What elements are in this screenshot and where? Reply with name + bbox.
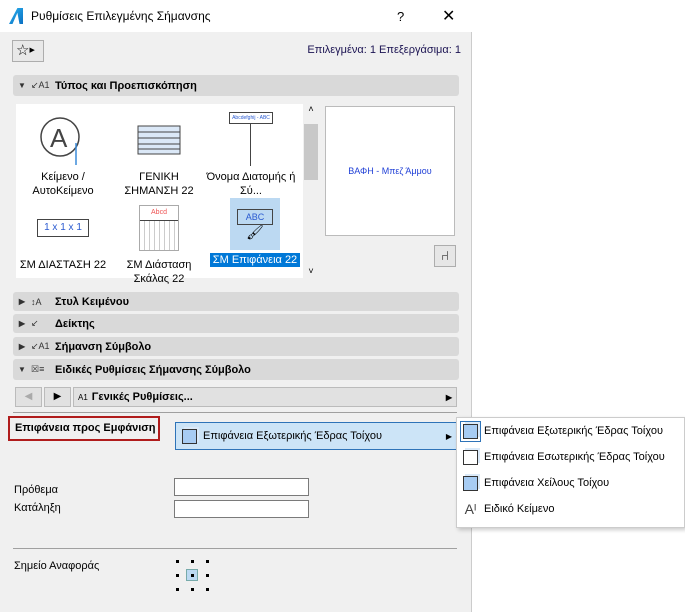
- gallery-item-label: ΣΜ ΔΙΑΣΤΑΣΗ 22: [19, 259, 107, 271]
- surface-dropdown[interactable]: Επιφάνεια Εξωτερικής Έδρας Τοίχου ▶: [175, 422, 457, 450]
- divider: [13, 548, 457, 549]
- expanded-icon: ▼: [18, 81, 26, 90]
- wall-interior-face-icon: [463, 449, 478, 465]
- section-marker-symbol[interactable]: ▶ ↙A1 Σήμανση Σύμβολο: [13, 337, 459, 356]
- favorites-button[interactable]: ☆▶: [12, 40, 44, 62]
- page-label: Γενικές Ρυθμίσεις...: [91, 391, 193, 403]
- gallery-item-general[interactable]: ΓΕΝΙΚΗ ΣΗΜΑΝΣΗ 22: [114, 110, 204, 198]
- close-button[interactable]: ✕: [442, 6, 455, 26]
- anchor-point-selector[interactable]: [176, 560, 210, 592]
- gallery-item-label: ΣΜ Επιφάνεια 22: [210, 253, 300, 267]
- help-button[interactable]: ?: [397, 9, 404, 24]
- page-select[interactable]: A1 Γενικές Ρυθμίσεις... ▶: [73, 387, 457, 407]
- section-title: Στυλ Κειμένου: [55, 295, 130, 308]
- gallery-item-surface[interactable]: ABC 🖌 ΣΜ Επιφάνεια 22: [210, 198, 300, 267]
- collapsed-icon: ▶: [18, 297, 26, 306]
- triangle-right-icon: ▶: [445, 392, 452, 402]
- title-bar: Ρυθμίσεις Επιλεγμένης Σήμανσης ? ✕: [0, 0, 472, 32]
- chair-icon[interactable]: ⑁: [434, 245, 456, 267]
- gallery-item-text[interactable]: A Κείμενο / ΑυτοΚείμενο: [18, 110, 108, 198]
- app-logo-icon: [9, 8, 23, 24]
- text-style-icon: ↕A: [31, 296, 42, 307]
- menu-item-interior-face[interactable]: Επιφάνεια Εσωτερικής Έδρας Τοίχου: [457, 444, 684, 470]
- section-title: Τύπος και Προεπισκόπηση: [55, 79, 197, 92]
- surface-menu: Επιφάνεια Εξωτερικής Έδρας Τοίχου Επιφάν…: [456, 417, 685, 528]
- menu-item-custom-text[interactable]: Aᴵ Ειδικό Κείμενο: [457, 496, 684, 522]
- table-label-icon: [114, 110, 204, 170]
- type-gallery: A Κείμενο / ΑυτοΚείμενο ΓΕΝΙΚΗ ΣΗΜΑΝΣΗ 2…: [16, 104, 303, 285]
- preview-text: ΒΑΦΗ - Μπεζ Άμμου: [348, 166, 432, 176]
- star-icon: ☆: [16, 42, 30, 59]
- menu-item-label: Επιφάνεια Εξωτερικής Έδρας Τοίχου: [484, 425, 663, 437]
- settings-list-icon: ☒≡: [31, 364, 45, 374]
- surface-label: Επιφάνεια προς Εμφάνιση: [8, 416, 160, 441]
- brush-icon: 🖌: [246, 224, 264, 240]
- section-special-settings[interactable]: ▼ ☒≡ Ειδικές Ρυθμίσεις Σήμανσης Σύμβολο: [13, 359, 459, 380]
- prefix-label: Πρόθεμα: [14, 484, 59, 496]
- marker-icon: ↙A1: [31, 341, 50, 351]
- menu-item-wall-edge[interactable]: Επιφάνεια Χείλους Τοίχου: [457, 470, 684, 496]
- next-page-button[interactable]: ▶: [44, 387, 71, 407]
- menu-item-exterior-face[interactable]: Επιφάνεια Εξωτερικής Έδρας Τοίχου: [457, 418, 684, 444]
- label-icon: ↙A1: [31, 80, 50, 90]
- triangle-right-icon: ▶: [445, 431, 452, 441]
- collapsed-icon: ▶: [18, 342, 26, 351]
- stair-label-icon: Abcd: [114, 198, 204, 258]
- sign-label-icon: Abcdefghij - ABC: [206, 110, 296, 170]
- gallery-scrollbar[interactable]: ˄ ˅: [303, 104, 319, 278]
- gallery-item-stair[interactable]: Abcd ΣΜ Διάσταση Σκάλας 22: [114, 198, 204, 286]
- page-icon: A1: [78, 392, 88, 402]
- section-text-style[interactable]: ▶ ↕A Στυλ Κειμένου: [13, 292, 459, 311]
- wall-exterior-face-icon: [460, 420, 481, 442]
- section-title: Σήμανση Σύμβολο: [55, 340, 152, 353]
- section-type-preview[interactable]: ▼ ↙A1 Τύπος και Προεπισκόπηση: [13, 75, 459, 96]
- gallery-item-label: Όνομα Διατομής ή Σύ...: [206, 171, 296, 197]
- pointer-icon: ↙: [31, 318, 39, 328]
- gallery-item-section-name[interactable]: Abcdefghij - ABC Όνομα Διατομής ή Σύ...: [206, 110, 296, 198]
- scroll-up-icon[interactable]: ˄: [303, 104, 319, 114]
- anchor-label: Σημείο Αναφοράς: [14, 560, 100, 572]
- gallery-item-label: Κείμενο / ΑυτοΚείμενο: [32, 171, 94, 197]
- scroll-down-icon[interactable]: ˅: [303, 266, 319, 276]
- section-title: Ειδικές Ρυθμίσεις Σήμανσης Σύμβολο: [55, 363, 251, 376]
- settings-dialog: Ρυθμίσεις Επιλεγμένης Σήμανσης ? ✕ ☆▶ Επ…: [0, 0, 472, 612]
- prefix-input[interactable]: [174, 478, 309, 496]
- menu-item-label: Επιφάνεια Χείλους Τοίχου: [484, 477, 610, 489]
- text-autotext-icon: A: [18, 110, 108, 170]
- scroll-thumb[interactable]: [304, 124, 318, 180]
- menu-item-label: Ειδικό Κείμενο: [484, 503, 555, 515]
- gallery-item-dimension[interactable]: 1 x 1 x 1 ΣΜ ΔΙΑΣΤΑΣΗ 22: [18, 198, 108, 272]
- surface-value: Επιφάνεια Εξωτερικής Έδρας Τοίχου: [203, 430, 382, 442]
- menu-item-label: Επιφάνεια Εσωτερικής Έδρας Τοίχου: [484, 451, 665, 463]
- suffix-label: Κατάληξη: [14, 502, 61, 514]
- collapsed-icon: ▶: [18, 319, 26, 328]
- suffix-input[interactable]: [174, 500, 309, 518]
- selection-info: Επιλεγμένα: 1 Επεξεργάσιμα: 1: [307, 44, 461, 56]
- triangle-right-icon: ▶: [29, 47, 35, 55]
- section-title: Δείκτης: [55, 317, 95, 330]
- dimension-tag-icon: 1 x 1 x 1: [18, 198, 108, 258]
- surface-label-icon: ABC 🖌: [230, 198, 280, 250]
- svg-text:A: A: [50, 123, 68, 153]
- expanded-icon: ▼: [18, 365, 26, 374]
- section-pointer[interactable]: ▶ ↙ Δείκτης: [13, 314, 459, 333]
- gallery-item-label: ΓΕΝΙΚΗ ΣΗΜΑΝΣΗ 22: [124, 171, 194, 197]
- wall-exterior-face-icon: [182, 428, 197, 444]
- preview-box: ΒΑΦΗ - Μπεζ Άμμου: [325, 106, 455, 236]
- anchor-selected[interactable]: [186, 569, 198, 581]
- dialog-title: Ρυθμίσεις Επιλεγμένης Σήμανσης: [31, 9, 211, 23]
- divider: [13, 412, 457, 413]
- custom-text-icon: Aᴵ: [464, 501, 477, 517]
- prev-page-button[interactable]: ◀: [15, 387, 42, 407]
- sign-text: Abcdefghij - ABC: [229, 112, 273, 124]
- gallery-item-label: ΣΜ Διάσταση Σκάλας 22: [126, 259, 192, 285]
- wall-edge-icon: [463, 475, 478, 491]
